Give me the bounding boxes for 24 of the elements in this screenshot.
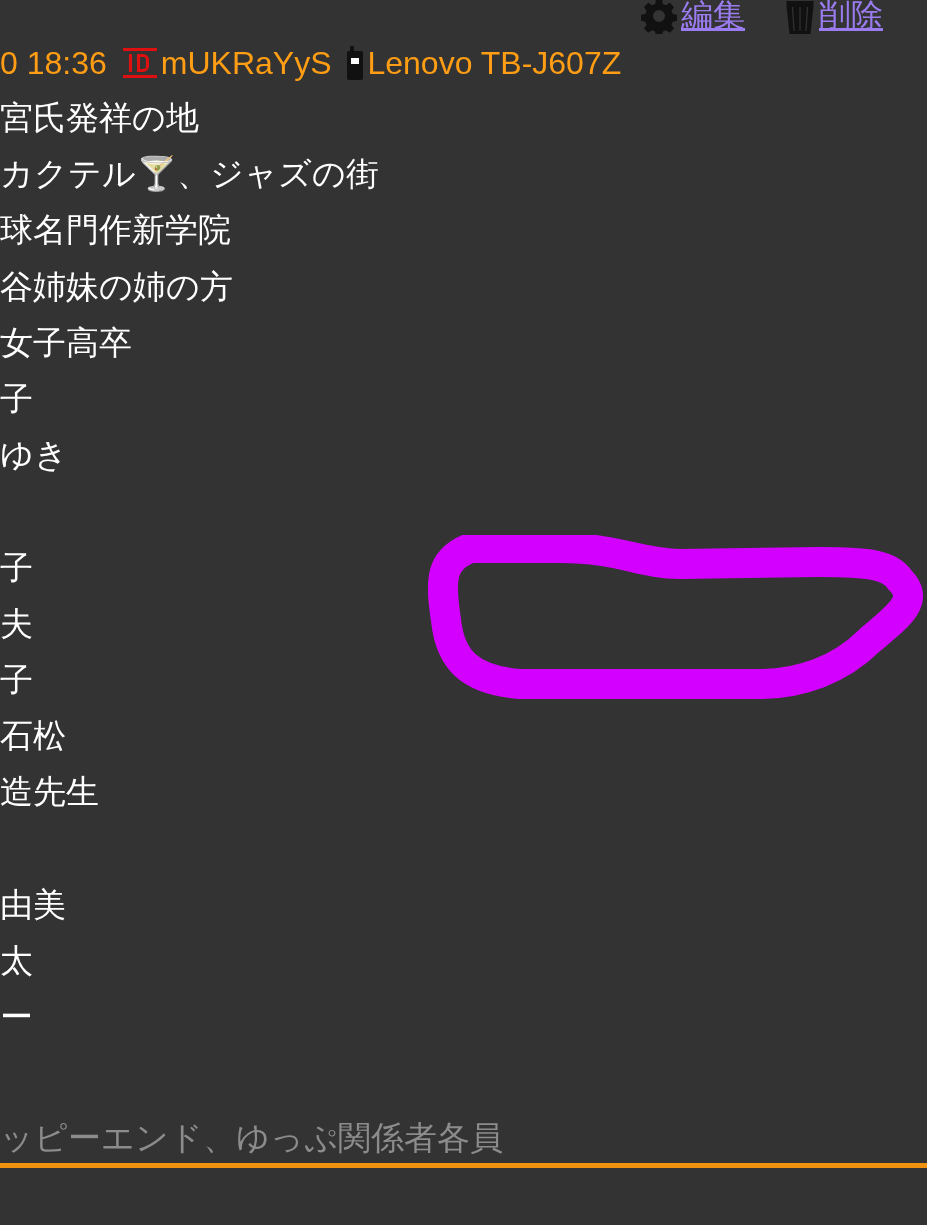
- post-line: 由美: [0, 883, 67, 926]
- gear-icon: [641, 0, 677, 34]
- id-icon: [122, 48, 157, 78]
- edit-link[interactable]: 編集: [681, 0, 745, 38]
- post-line: 石松: [0, 715, 67, 758]
- post-line: 造先生: [0, 771, 100, 814]
- device-name: Lenovo TB-J607Z: [367, 44, 622, 82]
- post-line: ー: [0, 996, 34, 1038]
- delete-link[interactable]: 削除: [819, 0, 883, 38]
- phone-icon: [347, 46, 364, 80]
- post-line: 球名門作新学院: [0, 209, 232, 252]
- post-line: 太: [0, 939, 34, 982]
- post-line: 宮氏発祥の地: [0, 97, 200, 139]
- post-line: 子: [0, 546, 34, 589]
- post-line: 夫: [0, 602, 34, 645]
- post-line: 女子高卒: [0, 321, 133, 364]
- post-line: 子: [0, 377, 34, 420]
- post-date: 0 18:36: [0, 44, 107, 82]
- user-id: mUKRaYyS: [160, 44, 332, 82]
- post-line: 子: [0, 658, 34, 701]
- footer-text: ッピーエンド、ゆっぷ関係者各員: [0, 1118, 503, 1158]
- post-line: カクテル🍸、ジャズの街: [0, 153, 380, 196]
- post-line: 谷姉妹の姉の方: [0, 265, 234, 308]
- post-line: ゆき: [0, 434, 69, 477]
